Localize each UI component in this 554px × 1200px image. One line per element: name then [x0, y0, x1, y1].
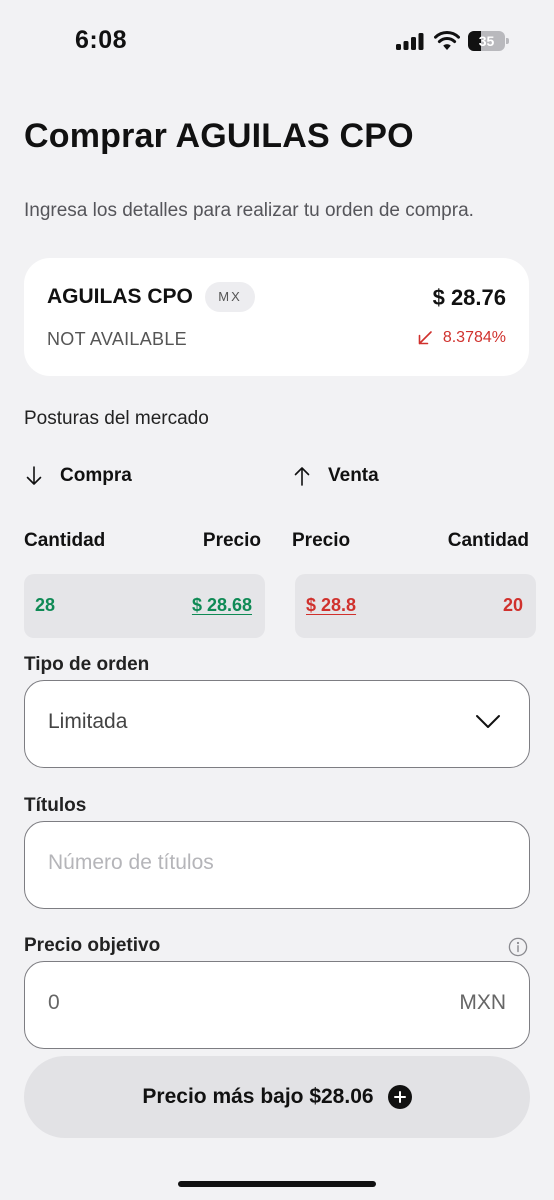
sell-qty: 20 [502, 595, 523, 615]
order-type-value: Limitada [48, 710, 128, 733]
chevron-down-icon [476, 715, 500, 728]
page-title: Comprar AGUILAS CPO [24, 117, 414, 155]
stock-price: $ 28.76 [432, 285, 506, 310]
lowest-price-button[interactable]: Precio más bajo $28.06 [24, 1056, 530, 1138]
battery-level: 35 [478, 33, 495, 49]
wifi-icon [434, 31, 460, 50]
status-time: 6:08 [75, 26, 128, 54]
target-price-currency: MXN [459, 991, 506, 1014]
titles-input[interactable]: Número de títulos [24, 821, 530, 909]
buy-price-link[interactable]: $ 28.68 [192, 595, 252, 616]
stock-name: AGUILAS CPO [47, 285, 193, 308]
buy-price-header: Precio [202, 530, 261, 551]
sell-qty-header: Cantidad [447, 530, 529, 551]
market-badge: MX [205, 282, 255, 312]
battery-icon: 35 [468, 31, 510, 51]
arrow-down-left-icon [418, 331, 432, 345]
target-price-value: 0 [48, 991, 60, 1014]
stock-card: AGUILAS CPO MX $ 28.76 NOT AVAILABLE 8.3… [24, 258, 529, 376]
buy-side-header: Compra [26, 465, 132, 487]
sell-price-link[interactable]: $ 28.8 [306, 595, 356, 616]
arrow-down-icon [26, 466, 42, 485]
sell-price-header: Precio [292, 530, 351, 551]
buy-qty: 28 [35, 595, 56, 615]
order-type-select[interactable]: Limitada [24, 680, 530, 768]
lowest-price-label: Precio más bajo $28.06 [142, 1085, 374, 1108]
info-icon[interactable] [508, 937, 528, 957]
plus-circle-icon [387, 1085, 412, 1109]
cellular-signal-icon [396, 33, 424, 50]
status-bar: 6:08 35 [0, 0, 554, 84]
sell-side-label: Venta [328, 465, 379, 486]
home-indicator [178, 1181, 376, 1187]
page-subtitle: Ingresa los detalles para realizar tu or… [24, 200, 474, 221]
titles-placeholder: Número de títulos [48, 851, 214, 874]
target-price-label: Precio objetivo [24, 935, 161, 956]
titles-label: Títulos [24, 795, 87, 816]
stock-change: 8.3784% [417, 329, 506, 347]
buy-order-row[interactable]: 28 $ 28.68 [24, 574, 265, 638]
order-book-title: Posturas del mercado [24, 408, 209, 429]
buy-qty-header: Cantidad [24, 530, 106, 551]
arrow-up-icon [294, 467, 310, 486]
sell-side-header: Venta [294, 465, 379, 487]
target-price-input[interactable]: 0 MXN [24, 961, 530, 1049]
stock-status: NOT AVAILABLE [47, 329, 187, 349]
buy-side-label: Compra [60, 465, 132, 486]
stock-change-value: 8.3784% [442, 329, 506, 346]
sell-order-row[interactable]: $ 28.8 20 [295, 574, 536, 638]
order-type-label: Tipo de orden [24, 654, 150, 675]
